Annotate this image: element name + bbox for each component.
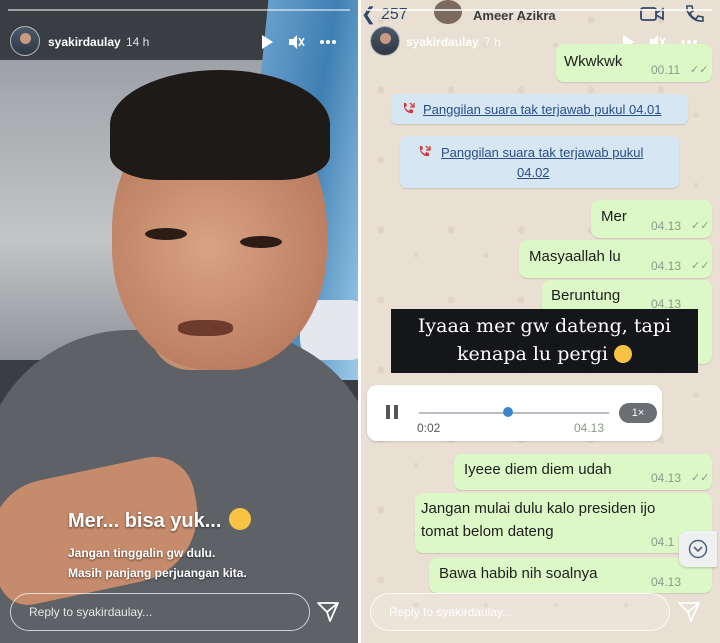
story-time-ago: 7 h: [484, 35, 501, 49]
chat-message-outgoing[interactable]: Iyeee diem diem udah 04.13 ✓✓: [454, 454, 712, 490]
mute-icon[interactable]: [287, 33, 305, 51]
voice-elapsed: 0:02: [417, 421, 441, 435]
story-time-ago: 14 h: [126, 35, 150, 49]
crying-emoji-icon: [613, 345, 632, 363]
chat-message-outgoing[interactable]: Wkwkwk 00.11 ✓✓: [556, 44, 712, 82]
missed-call-text-line-2[interactable]: 04.02: [517, 165, 550, 180]
message-time: 04.13: [651, 575, 682, 589]
avatar[interactable]: [10, 26, 40, 56]
story-progress-bar: [8, 9, 350, 11]
voice-progress-knob[interactable]: [503, 407, 513, 417]
person-hair: [110, 70, 330, 180]
play-icon[interactable]: [258, 33, 276, 51]
story-reply-placeholder: Reply to syakirdaulay...: [389, 605, 513, 619]
send-icon[interactable]: [316, 600, 340, 624]
overlay-line-2: kenapa lu pergi: [391, 343, 698, 365]
story-reply-input[interactable]: Reply to syakirdaulay...: [370, 593, 670, 631]
video-call-icon[interactable]: [640, 5, 664, 23]
missed-call-icon: [403, 102, 415, 114]
missed-call-icon: [419, 145, 431, 157]
chat-message-outgoing[interactable]: Mer 04.13 ✓✓: [591, 200, 712, 238]
crying-emoji-icon: [228, 508, 251, 530]
person-mouth: [178, 320, 233, 336]
message-time: 04.13: [651, 471, 682, 485]
contact-avatar[interactable]: [434, 0, 462, 24]
story-text-overlay: Iyaaa mer gw dateng, tapi kenapa lu perg…: [391, 309, 698, 373]
story-reply-placeholder: Reply to syakirdaulay...: [29, 605, 153, 619]
message-time: 04.1: [651, 535, 675, 549]
overlay-line-2-text: kenapa lu pergi: [457, 343, 608, 365]
message-time: 04.13: [651, 259, 682, 273]
missed-call-notice[interactable]: Panggilan suara tak terjawab pukul 04.01: [391, 94, 688, 124]
left-story-panel[interactable]: syakirdaulay 14 h Mer... bisa yuk... Jan…: [0, 0, 358, 643]
story-caption-line-1: Jangan tinggalin gw dulu.: [68, 546, 216, 560]
person-eye-left: [145, 228, 187, 240]
right-story-panel[interactable]: ❮ 257 Ameer Azikra syakirdaulay 7 h Wkwk…: [361, 0, 720, 643]
read-ticks-icon: ✓✓: [691, 472, 710, 484]
message-text: Iyeee diem diem udah: [464, 461, 612, 478]
chat-header: ❮ 257 Ameer Azikra: [361, 0, 720, 28]
story-header: syakirdaulay 14 h: [0, 26, 358, 58]
back-chevron-icon[interactable]: ❮: [361, 4, 376, 25]
person-eye-right: [240, 236, 282, 248]
send-icon[interactable]: [677, 600, 701, 624]
phone-icon[interactable]: [684, 4, 704, 24]
story-progress-bar: [367, 9, 712, 11]
chat-message-outgoing[interactable]: Bawa habib nih soalnya 04.13: [429, 558, 712, 593]
message-text: Wkwkwk: [564, 53, 623, 70]
message-text-line-2: tomat belom dateng: [421, 523, 554, 540]
story-caption-line-2: Masih panjang perjuangan kita.: [68, 566, 247, 580]
scroll-down-icon: [688, 539, 708, 559]
read-ticks-icon: ✓✓: [691, 260, 710, 272]
story-progress-track: [367, 9, 712, 11]
message-time: 00.11: [651, 63, 681, 77]
voice-note-message[interactable]: 1× 0:02 04.13: [367, 385, 662, 441]
more-icon[interactable]: [319, 33, 337, 51]
scroll-down-button[interactable]: [679, 531, 717, 567]
missed-call-text[interactable]: Panggilan suara tak terjawab pukul 04.01: [423, 102, 662, 117]
read-ticks-icon: ✓✓: [691, 220, 710, 232]
missed-call-text-line-1[interactable]: Panggilan suara tak terjawab pukul: [441, 145, 643, 160]
voice-progress-track[interactable]: [419, 412, 609, 414]
overlay-line-1: Iyaaa mer gw dateng, tapi: [417, 315, 672, 337]
story-username[interactable]: syakirdaulay: [48, 35, 121, 49]
message-text: Masyaallah lu: [529, 248, 621, 265]
message-time: 04.13: [651, 219, 682, 233]
message-text: Beruntung: [551, 287, 621, 304]
story-caption-main: Mer... bisa yuk...: [68, 508, 251, 533]
chat-message-outgoing[interactable]: Jangan mulai dulu kalo presiden ijo toma…: [415, 493, 712, 553]
story-caption-main-text: Mer... bisa yuk...: [68, 510, 222, 532]
message-text: Bawa habib nih soalnya: [439, 565, 598, 582]
pause-icon[interactable]: [385, 404, 399, 420]
chat-message-outgoing[interactable]: Masyaallah lu 04.13 ✓✓: [519, 240, 712, 278]
message-text: Mer: [601, 208, 627, 225]
playback-speed-button[interactable]: 1×: [619, 403, 657, 423]
missed-call-notice[interactable]: Panggilan suara tak terjawab pukul 04.02: [400, 136, 679, 188]
message-text-line-1: Jangan mulai dulu kalo presiden ijo: [421, 500, 656, 517]
story-progress-track: [8, 9, 350, 11]
message-time: 04.13: [574, 421, 605, 435]
story-reply-input[interactable]: Reply to syakirdaulay...: [10, 593, 310, 631]
avatar[interactable]: [370, 26, 400, 56]
story-username[interactable]: syakirdaulay: [406, 35, 479, 49]
read-ticks-icon: ✓✓: [690, 64, 709, 76]
